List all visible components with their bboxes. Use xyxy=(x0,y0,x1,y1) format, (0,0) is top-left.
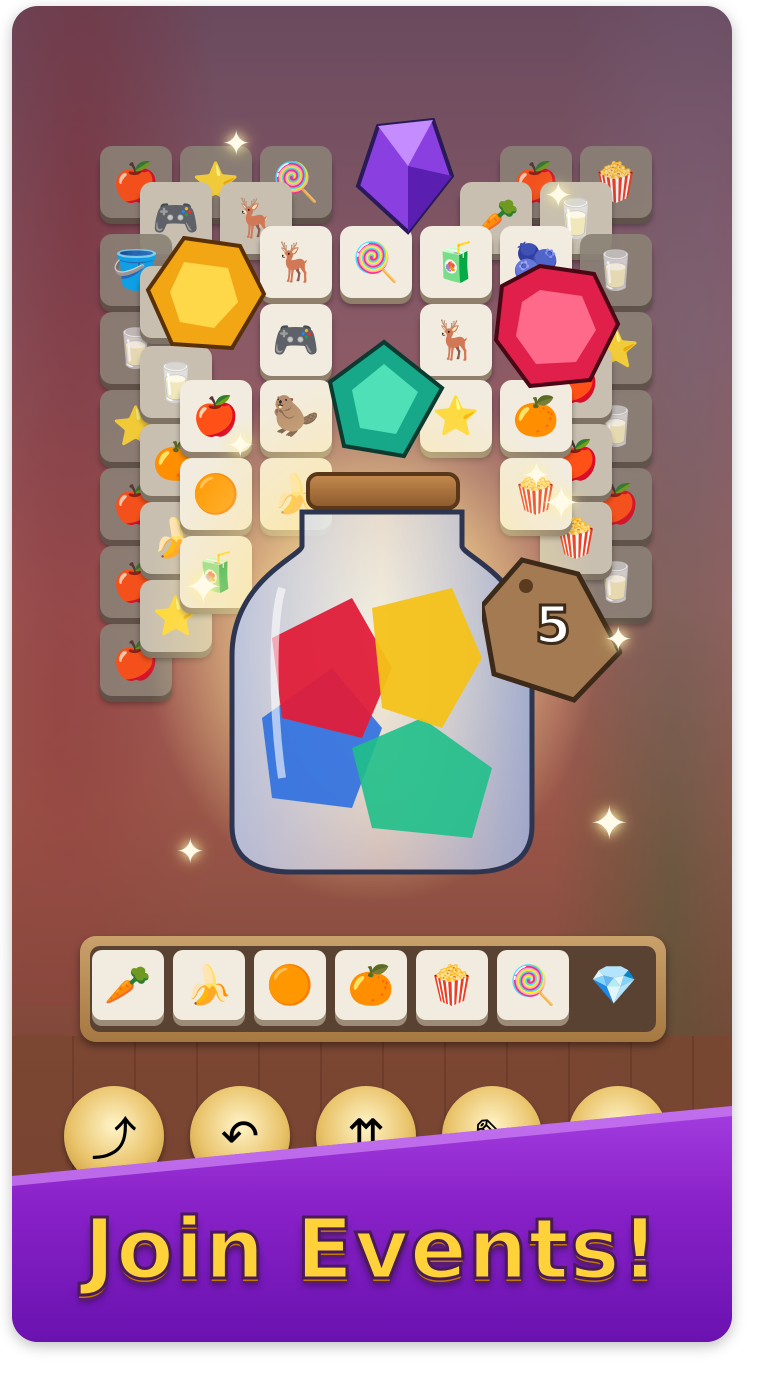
tile-juice[interactable]: 🧃 xyxy=(420,226,492,298)
sparkle-icon: ✦ xyxy=(184,560,223,614)
tray-slot-orange[interactable]: 🍊 xyxy=(335,950,407,1020)
tray-slot-popcorn[interactable]: 🍿 xyxy=(416,950,488,1020)
game-screen: 🍎 ⭐ 🍭 🍎 🍿 🎮 🦌 🥕 🥛 🪣 🥛 🥛 ⭐ ⭐ 🥛 🍎 🍎 🍎 🥛 🍎 … xyxy=(12,6,732,1342)
carrot-icon: 🥕 xyxy=(104,963,152,1007)
ball-icon: 🟠 xyxy=(266,963,314,1007)
tray-slot-ball[interactable]: 🟠 xyxy=(254,950,326,1020)
orange-slice-icon: 🍊 xyxy=(347,963,395,1007)
popcorn-icon: 🍿 xyxy=(428,963,476,1007)
yellow-gem-icon xyxy=(145,235,267,351)
tray-slot-banana[interactable]: 🍌 xyxy=(173,950,245,1020)
tile-tray: 🥕 🍌 🟠 🍊 🍿 🍭 💎 xyxy=(80,936,666,1042)
sparkle-icon: ✦ xyxy=(544,176,573,216)
tray-slot-carrot[interactable]: 🥕 xyxy=(92,950,164,1020)
tile-deer[interactable]: 🦌 xyxy=(260,226,332,298)
tile-gamepad[interactable]: 🎮 xyxy=(260,304,332,376)
sparkle-icon: ✦ xyxy=(222,124,251,164)
blue-gem-icon: 💎 xyxy=(590,963,638,1007)
sparkle-icon: ✦ xyxy=(590,796,629,850)
red-gem-icon xyxy=(493,263,621,389)
purple-gem-icon xyxy=(355,117,455,235)
sparkle-icon: ✦ xyxy=(604,620,633,660)
tray-slot-blue-gem[interactable]: 💎 xyxy=(578,950,650,1020)
sparkle-icon: ✦ xyxy=(176,832,205,872)
tray-slot-lollipop[interactable]: 🍭 xyxy=(497,950,569,1020)
tile-lollipop[interactable]: 🍭 xyxy=(340,226,412,298)
lollipop-icon: 🍭 xyxy=(509,963,557,1007)
banner-title: Join Events! xyxy=(82,1199,661,1300)
jar-tag: 5 xyxy=(471,510,624,704)
tag-number: 5 xyxy=(533,595,572,658)
green-gem-icon xyxy=(327,339,445,459)
tray-slots: 🥕 🍌 🟠 🍊 🍿 🍭 💎 xyxy=(90,946,656,1032)
banana-icon: 🍌 xyxy=(185,963,233,1007)
sparkle-icon: ✦ xyxy=(226,426,255,466)
sparkle-icon: ✦ xyxy=(542,476,581,530)
